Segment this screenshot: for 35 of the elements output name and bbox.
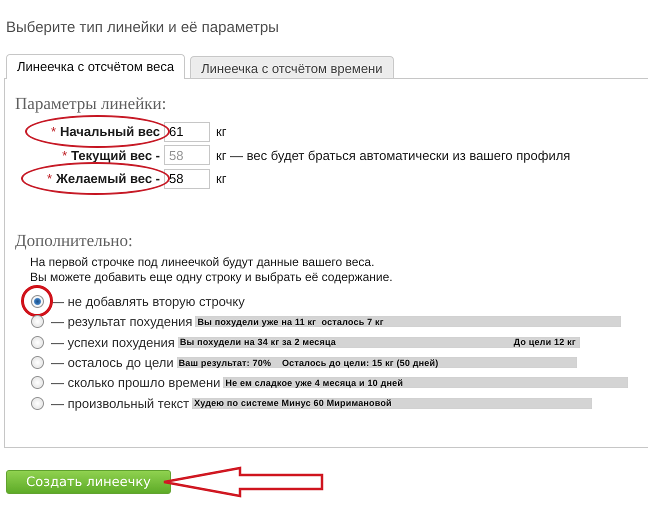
preview-text: Худею по системе Минус 60 Миримановой xyxy=(193,398,392,408)
radio-button[interactable] xyxy=(31,396,44,410)
field-label: Текущий вес - xyxy=(71,148,160,163)
required-mark: * xyxy=(47,171,52,186)
page-title: Выберите тип линейки и её параметры xyxy=(5,18,280,38)
tab[interactable]: Линеечка с отсчётом времени xyxy=(190,56,394,78)
option-label: — успехи похудения xyxy=(50,334,175,350)
radio-button[interactable] xyxy=(31,376,44,390)
unit-label: кг xyxy=(216,124,226,140)
preview-text: Вы похудели уже на 11 кг осталось 7 кг xyxy=(196,316,384,327)
note-text: На первой строчке под линеечкой будут данные вашего веса. xyxy=(30,254,376,270)
preview-text: Вы похудели на 34 кг за 2 месяца xyxy=(178,337,336,348)
unit-label: кг xyxy=(216,171,226,186)
field-label: Желаемый вес - xyxy=(56,171,160,186)
option-label: — произвольный текст xyxy=(50,396,190,411)
input-field[interactable]: 61 xyxy=(164,122,210,142)
preview-text: До цели 12 кг xyxy=(512,337,577,348)
tab[interactable]: Линеечка с отсчётом веса xyxy=(6,54,186,79)
section-heading: Параметры линейки: xyxy=(15,94,168,114)
required-mark: * xyxy=(62,148,68,163)
required-mark: * xyxy=(50,124,56,140)
option-label: — осталось до цели xyxy=(50,355,174,370)
input-field[interactable]: 58 xyxy=(164,168,210,189)
note-text: Вы можете добавить еще одну строку и выбрать её содержание. xyxy=(30,270,394,284)
radio-button[interactable] xyxy=(31,295,44,308)
field-label: Начальный вес xyxy=(60,124,160,140)
preview-text: Не ем сладкое уже 4 месяца и 10 дней xyxy=(224,378,404,388)
radio-button[interactable] xyxy=(31,315,44,328)
option-label: — результат похудения xyxy=(50,314,192,330)
radio-button[interactable] xyxy=(31,356,44,370)
unit-label: кг — вес будет браться автоматически из вашего профиля xyxy=(216,148,570,163)
preview-text: Ваш результат: 70% Осталось до цели: 15 кг (50 дней) xyxy=(178,358,438,368)
section-heading: Дополнительно: xyxy=(15,230,134,250)
radio-button[interactable] xyxy=(31,336,44,349)
option-label: — сколько прошло времени xyxy=(50,375,220,390)
